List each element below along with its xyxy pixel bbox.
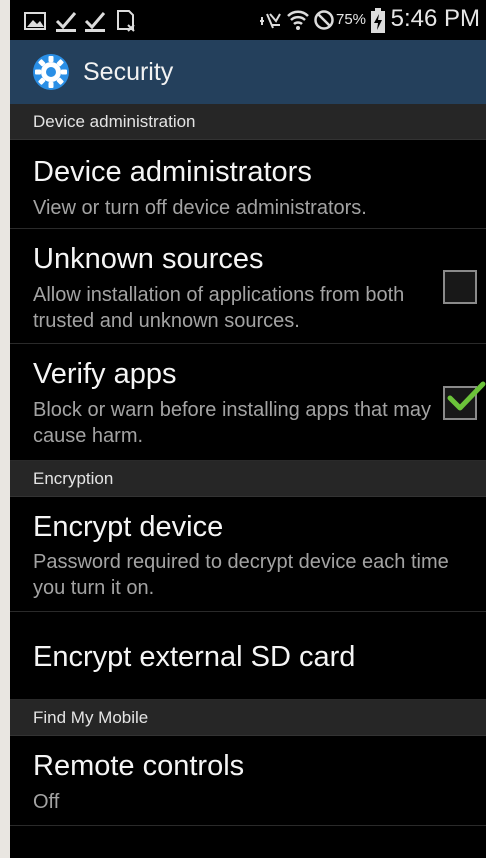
- status-bar: 75% 5:46 PM: [10, 0, 486, 40]
- list-item-encrypt-external-sd-card[interactable]: Encrypt external SD card: [10, 612, 486, 700]
- mute-icon: [260, 13, 281, 29]
- list-item-remote-controls[interactable]: Remote controls Off: [10, 736, 486, 826]
- section-header-encryption: Encryption: [10, 461, 486, 497]
- item-subtitle: Allow installation of applications from …: [33, 284, 405, 332]
- action-bar[interactable]: Security: [10, 40, 486, 104]
- checkmark-icon: [447, 381, 486, 411]
- image-icon: [24, 12, 46, 30]
- settings-list: Device administration Device administrat…: [10, 104, 486, 826]
- clock: 5:46 PM: [390, 5, 480, 32]
- item-subtitle: Off: [33, 791, 60, 813]
- verify-apps-checkbox[interactable]: [443, 381, 486, 420]
- battery-percent: 75%: [336, 11, 367, 28]
- settings-gear-icon[interactable]: [30, 51, 72, 93]
- unknown-sources-checkbox[interactable]: [443, 270, 477, 304]
- section-header-device-administration: Device administration: [10, 104, 486, 140]
- list-item-encrypt-device[interactable]: Encrypt device Password required to decr…: [10, 497, 486, 612]
- sd-card-icon: [117, 10, 135, 32]
- no-signal-icon: [314, 10, 334, 30]
- list-item-verify-apps[interactable]: Verify apps Block or warn before install…: [10, 344, 486, 461]
- download-done-icon: [55, 12, 77, 32]
- item-title: Encrypt device: [33, 511, 224, 543]
- section-header-find-my-mobile: Find My Mobile: [10, 700, 486, 736]
- item-title: Verify apps: [33, 358, 177, 390]
- wifi-icon: [287, 10, 309, 30]
- item-title: Encrypt external SD card: [33, 641, 356, 673]
- download-done-icon: [84, 12, 106, 32]
- phone-screen: 75% 5:46 PM Security Device administrati…: [10, 0, 486, 858]
- item-title: Unknown sources: [33, 243, 264, 275]
- list-item-device-administrators[interactable]: Device administrators View or turn off d…: [10, 140, 486, 229]
- list-item-unknown-sources[interactable]: Unknown sources Allow installation of ap…: [10, 229, 486, 344]
- item-subtitle: View or turn off device administrators.: [33, 197, 367, 219]
- item-subtitle: Block or warn before installing apps tha…: [33, 399, 431, 447]
- item-subtitle: Password required to decrypt device each…: [33, 551, 449, 599]
- page-title: Security: [83, 58, 174, 86]
- battery-charging-icon: [371, 8, 385, 33]
- item-title: Remote controls: [33, 750, 245, 782]
- item-title: Device administrators: [33, 156, 312, 188]
